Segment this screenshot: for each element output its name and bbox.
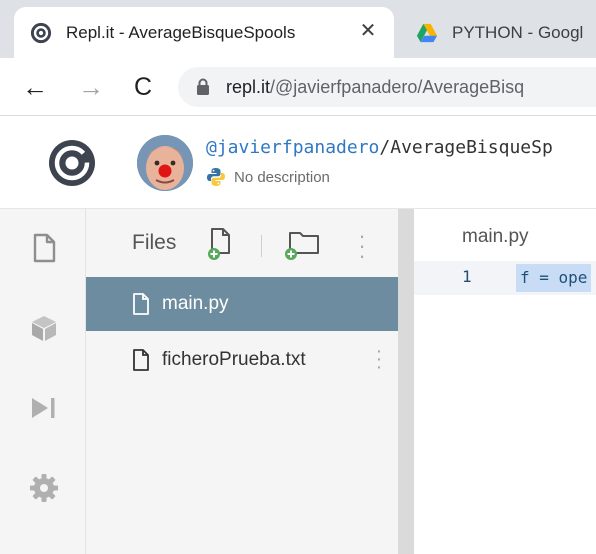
files-panel-title: Files bbox=[132, 231, 177, 254]
header-separator bbox=[261, 235, 262, 257]
url-path: /@javierfpanadero/AverageBisq bbox=[270, 76, 525, 97]
avatar[interactable] bbox=[137, 135, 193, 191]
file-name: main.py bbox=[162, 293, 229, 314]
code-line[interactable]: f = ope bbox=[516, 264, 592, 292]
files-panel: Files · · · main.py ficheroPrueba.txt · · · bbox=[86, 209, 398, 554]
repl-header: @javierfpanadero/AverageBisqueSp No desc… bbox=[0, 117, 596, 209]
repl-title: @javierfpanadero/AverageBisqueSp bbox=[206, 137, 553, 158]
python-icon bbox=[207, 168, 225, 186]
files-menu-icon[interactable]: · · · bbox=[352, 225, 372, 267]
tab-title: PYTHON - Googl bbox=[452, 22, 584, 42]
packages-cube-icon[interactable] bbox=[29, 313, 59, 343]
run-icon[interactable] bbox=[29, 393, 59, 423]
replit-favicon-icon bbox=[30, 22, 52, 43]
address-bar[interactable]: repl.it/@javierfpanadero/AverageBisq bbox=[178, 67, 596, 107]
file-menu-icon[interactable]: · · · bbox=[372, 341, 386, 377]
description-text: No description bbox=[234, 168, 330, 186]
add-file-icon[interactable] bbox=[207, 227, 235, 261]
file-icon bbox=[133, 349, 149, 371]
repl-description[interactable]: No description bbox=[206, 167, 330, 187]
files-panel-header: Files · · · bbox=[86, 209, 398, 277]
tab-python-drive[interactable]: PYTHON - Googl bbox=[400, 7, 596, 58]
gear-icon[interactable] bbox=[29, 473, 59, 503]
line-number: 1 bbox=[462, 267, 472, 286]
repl-name[interactable]: AverageBisqueSp bbox=[390, 137, 553, 158]
browser-toolbar: ← → C repl.it/@javierfpanadero/AverageBi… bbox=[0, 58, 596, 116]
file-item-main-py[interactable]: main.py bbox=[86, 277, 398, 331]
lock-icon bbox=[197, 78, 209, 95]
back-arrow-icon[interactable]: ← bbox=[20, 73, 50, 103]
url-host: repl.it bbox=[226, 76, 271, 97]
replit-logo-icon[interactable] bbox=[48, 139, 96, 187]
file-name: ficheroPrueba.txt bbox=[162, 349, 306, 370]
repl-owner-link[interactable]: @javierfpanadero bbox=[206, 137, 379, 158]
browser-tab-bar: Repl.it - AverageBisqueSpools ✕ PYTHON -… bbox=[0, 0, 596, 58]
tab-title: Repl.it - AverageBisqueSpools bbox=[66, 22, 296, 42]
tab-replit[interactable]: Repl.it - AverageBisqueSpools ✕ bbox=[14, 7, 394, 58]
reload-icon[interactable]: C bbox=[128, 73, 158, 103]
code-editor: main.py 1 f = ope bbox=[414, 209, 596, 554]
forward-arrow-icon[interactable]: → bbox=[76, 73, 106, 103]
panel-resize-handle[interactable] bbox=[398, 209, 414, 554]
file-icon bbox=[133, 293, 149, 315]
sidebar bbox=[0, 209, 86, 554]
tab-close-icon[interactable]: ✕ bbox=[356, 19, 380, 43]
google-drive-icon bbox=[416, 23, 438, 42]
file-item-fichero-prueba[interactable]: ficheroPrueba.txt · · · bbox=[86, 333, 398, 387]
files-icon[interactable] bbox=[29, 233, 59, 263]
clown-avatar-icon bbox=[137, 135, 193, 191]
editor-tab-main-py[interactable]: main.py bbox=[462, 226, 529, 248]
add-folder-icon[interactable] bbox=[282, 227, 322, 261]
repl-separator: / bbox=[379, 137, 391, 158]
